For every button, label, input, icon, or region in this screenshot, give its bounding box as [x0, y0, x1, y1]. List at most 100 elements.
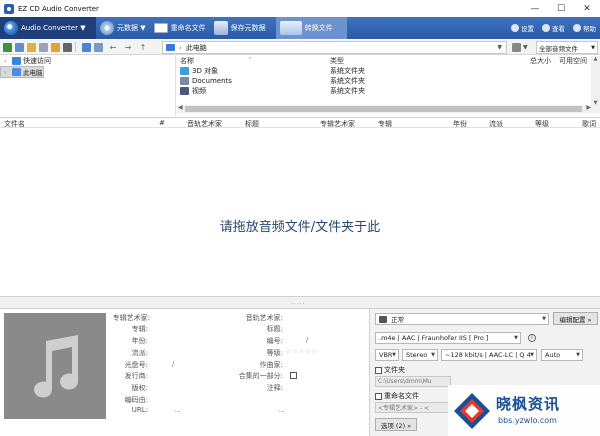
convert-files-button[interactable]: 转换文件	[275, 17, 347, 39]
home-icon[interactable]	[3, 42, 12, 52]
number-value[interactable]: /	[306, 336, 308, 344]
track-drop-area[interactable]: 请拖放音频文件/文件夹于此	[0, 128, 600, 296]
folder-checkbox[interactable]	[375, 366, 382, 374]
watermark: 晓枫资讯 bbs.yzwlo.com	[448, 385, 600, 436]
view-label: 查看	[552, 25, 565, 33]
column-track-number[interactable]: #	[159, 119, 165, 127]
track-list-header: 文件名 # 音轨艺术家 标题 专辑艺术家 专辑 年份 流派 等级 歌词	[0, 117, 600, 128]
encoded-by-label: 编码由:	[124, 396, 148, 404]
format-select[interactable]: .m4e | AAC | Fraunhofer IIS [ Pro ] ▼	[375, 332, 521, 344]
disc-value[interactable]: /	[172, 360, 174, 368]
scroll-left-icon[interactable]: ◀	[178, 104, 183, 111]
watermark-logo-icon	[454, 393, 490, 429]
list-item[interactable]: 3D 对象 系统文件夹	[177, 66, 600, 76]
tree-item-this-pc[interactable]: › 此电脑	[0, 66, 44, 78]
checklist-icon[interactable]	[39, 42, 48, 52]
network-drive-icon[interactable]	[94, 42, 103, 52]
close-button[interactable]: ✕	[574, 0, 600, 17]
video-icon	[180, 87, 189, 95]
folder-option[interactable]: 文件夹	[375, 365, 405, 375]
file-name: Documents	[192, 77, 232, 85]
monitor-icon[interactable]	[82, 42, 91, 52]
expand-icon[interactable]: ›	[4, 58, 10, 65]
save-metadata-button[interactable]: 保存元数据	[210, 17, 270, 39]
convert-music-icon	[279, 21, 302, 35]
year-label: 年份:	[131, 337, 148, 345]
save-tag-icon	[213, 21, 228, 35]
edit-icon[interactable]	[51, 42, 60, 52]
column-type[interactable]: 类型	[330, 56, 485, 66]
drop-hint-text: 请拖放音频文件/文件夹于此	[219, 220, 381, 235]
rename-option[interactable]: 重命名文件	[375, 391, 419, 401]
settings-label: 设置	[521, 25, 534, 33]
path-field[interactable]: › 此电脑 ▼	[162, 41, 507, 54]
help-button[interactable]: 帮助	[573, 23, 596, 33]
computer-icon	[12, 68, 21, 76]
cd-icon	[100, 21, 114, 35]
compilation-checkbox[interactable]	[290, 372, 297, 379]
samplerate-select[interactable]: Auto ▼	[541, 349, 583, 361]
minimize-button[interactable]: —	[522, 0, 548, 17]
window-title: EZ CD Audio Converter	[18, 4, 99, 13]
options-button[interactable]: 选项 (2) »	[375, 418, 417, 431]
music-note-icon	[34, 335, 79, 398]
metadata-label: 元数据 ▼	[117, 24, 146, 32]
chevron-down-icon[interactable]: ▼	[497, 44, 502, 51]
horizontal-scrollbar[interactable]: ◀ ▶	[177, 104, 600, 113]
desktop-icon[interactable]	[15, 42, 24, 52]
column-size[interactable]: 总大小	[485, 56, 555, 66]
bitrate-select[interactable]: ~128 kbit/s | AAC-LC | Q 4 ▼	[441, 349, 537, 361]
column-name[interactable]: 名称	[177, 56, 330, 66]
view-button[interactable]: 查看	[542, 23, 565, 33]
rename-files-button[interactable]: 重命名文件	[150, 17, 210, 39]
star-icon	[12, 57, 21, 65]
up-button[interactable]: ↑	[138, 43, 148, 52]
url-value[interactable]: ...	[174, 406, 181, 414]
file-filter-select[interactable]: 全部音频文件 ▼	[536, 41, 598, 54]
back-button[interactable]: ←	[108, 43, 118, 52]
app-icon	[4, 3, 14, 14]
rename-pattern-field[interactable]: <专辑艺术家> - <	[375, 402, 451, 413]
metadata-panel: 专辑艺术家: 专辑: 年份: 流派: 光盘号: / 发行商: 版权: 编码由: …	[108, 309, 364, 436]
list-item[interactable]: Documents 系统文件夹	[177, 76, 600, 86]
edit-config-button[interactable]: 编辑配置 »	[553, 312, 598, 325]
rename-checkbox[interactable]	[375, 392, 382, 400]
copyright-label: 版权:	[131, 384, 148, 392]
tree-item-quick-access[interactable]: › 快速访问	[0, 56, 175, 66]
path-separator: ›	[179, 43, 182, 52]
folder-path-field[interactable]: C:\Users\dmm\Mu	[375, 376, 451, 387]
mode-select[interactable]: VBR ▼	[375, 349, 399, 361]
list-item[interactable]: 视频 系统文件夹	[177, 86, 600, 96]
comment-value[interactable]: ...	[278, 406, 285, 414]
profile-icon	[379, 315, 387, 323]
expand-icon[interactable]: ›	[4, 69, 10, 76]
profile-select[interactable]: 正常 ▼	[375, 313, 549, 325]
metadata-button[interactable]: 元数据 ▼	[96, 17, 150, 39]
settings-button[interactable]: 设置	[511, 23, 534, 33]
grid-view-icon	[512, 43, 521, 52]
file-type: 系统文件夹	[330, 67, 365, 75]
playlist-icon[interactable]	[63, 42, 72, 52]
audio-converter-menu-button[interactable]: Audio Converter ▼	[0, 17, 96, 39]
gear-icon	[511, 24, 519, 32]
help-icon	[573, 24, 581, 32]
address-bar: ← → ↑ › 此电脑 ▼ ▼ 全部音频文件 ▼	[0, 40, 600, 55]
info-icon[interactable]: i	[528, 334, 536, 342]
forward-button[interactable]: →	[123, 43, 133, 52]
panel-splitter[interactable]: ·····	[0, 296, 600, 309]
format-value: .m4e | AAC | Fraunhofer IIS [ Pro ]	[379, 334, 489, 342]
folder-icon[interactable]	[27, 42, 36, 52]
scrollbar-thumb[interactable]	[185, 106, 582, 112]
folder-tree: › 快速访问 › 此电脑 › 网络	[0, 56, 176, 116]
rating-stars[interactable]: ☆☆☆☆☆	[286, 348, 318, 355]
view-mode-button[interactable]: ▼	[512, 42, 532, 53]
samplerate-value: Auto	[545, 351, 561, 359]
album-cover[interactable]	[4, 313, 106, 419]
channels-select[interactable]: Stereo ▼	[402, 349, 438, 361]
scroll-right-icon[interactable]: ▶	[586, 104, 591, 111]
rename-files-label: 重命名文件	[170, 24, 206, 32]
tree-item-label: 此电脑	[23, 69, 43, 77]
splitter-grip-icon[interactable]: ·····	[291, 301, 306, 308]
audio-converter-label: Audio Converter ▼	[21, 24, 86, 32]
maximize-button[interactable]: ☐	[548, 0, 574, 17]
